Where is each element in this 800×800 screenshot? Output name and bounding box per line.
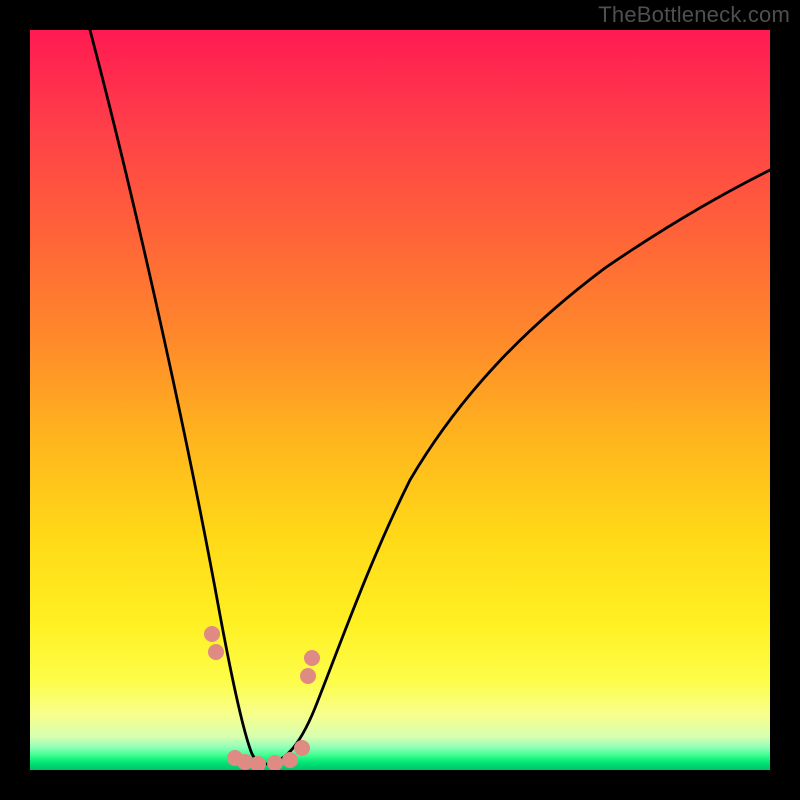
bottleneck-curve bbox=[30, 30, 770, 770]
trough-markers bbox=[204, 626, 320, 770]
bottleneck-curve-path bbox=[90, 30, 770, 764]
watermark-text: TheBottleneck.com bbox=[598, 2, 790, 28]
chart-frame: TheBottleneck.com bbox=[0, 0, 800, 800]
plot-area bbox=[30, 30, 770, 770]
